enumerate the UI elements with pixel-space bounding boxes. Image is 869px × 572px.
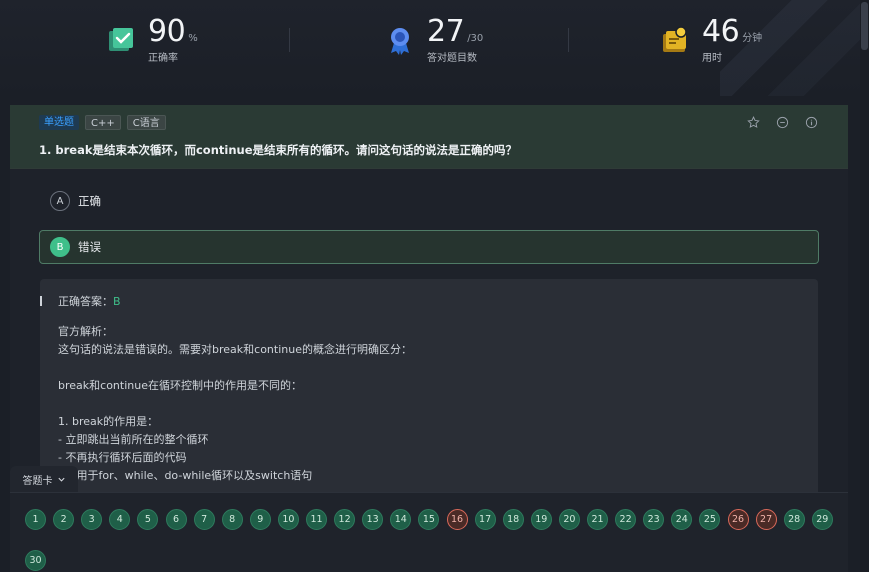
question-type-tag: 单选题: [39, 115, 79, 130]
stat-divider: [568, 28, 569, 52]
answer-sheet-toggle[interactable]: 答题卡: [10, 466, 78, 493]
answer-sheet-item[interactable]: 20: [558, 509, 580, 530]
answer-sheet-item[interactable]: 21: [587, 509, 608, 530]
language-tag: C++: [85, 115, 121, 130]
minus-circle-icon[interactable]: [776, 116, 789, 129]
answer-sheet-item[interactable]: 12: [334, 509, 356, 530]
answer-sheet-item[interactable]: 1: [25, 509, 46, 530]
analysis-point: 1. break的作用是：: [58, 415, 159, 428]
answer-sheet-item[interactable]: 2: [53, 509, 75, 530]
answer-sheet-item-wrong[interactable]: 26: [727, 509, 749, 530]
answer-sheet-item[interactable]: 6: [165, 509, 187, 530]
stats-header: 90 % 正确率 27 /30 答对题目数 46 分钟 用时: [0, 0, 860, 96]
question-header: 单选题 C++ C语言 1. break是结束本次循环，而continue是结束…: [10, 105, 848, 169]
answer-sheet-item[interactable]: 4: [109, 509, 131, 530]
stat-correct-count: 27 /30 答对题目数: [385, 0, 483, 80]
option-text: 正确: [78, 194, 101, 208]
correct-answer-value: B: [113, 295, 121, 308]
option-letter: B: [50, 237, 70, 257]
star-icon[interactable]: [747, 116, 760, 129]
accuracy-value: 90: [148, 14, 186, 49]
answer-sheet: 1 2 3 4 5 6 7 8 9 10 11 12 13 14 15 16 17 18 19 20 21 22 23 24 2…: [10, 492, 848, 572]
time-used-value: 46: [702, 14, 740, 49]
answer-sheet-item[interactable]: 11: [306, 509, 327, 530]
scrollbar-thumb[interactable]: [861, 2, 868, 50]
stat-divider: [289, 28, 290, 52]
analysis-heading: 官方解析：: [58, 325, 113, 338]
correct-count-value: 27: [427, 14, 465, 49]
answer-sheet-item[interactable]: 17: [474, 509, 496, 530]
answer-sheet-label: 答题卡: [22, 476, 53, 487]
question-tags: 单选题 C++ C语言: [39, 115, 166, 130]
correct-count-unit: /30: [467, 33, 484, 44]
answer-sheet-item[interactable]: 18: [502, 509, 524, 530]
analysis-bullet: - 适用于for、while、do-while循环以及switch语句: [58, 469, 313, 482]
answer-sheet-item[interactable]: 10: [277, 509, 299, 530]
option-letter: A: [50, 191, 70, 211]
analysis-line: break和continue在循环控制中的作用是不同的：: [58, 379, 302, 392]
answer-sheet-item[interactable]: 14: [390, 509, 412, 530]
question-title: 1. break是结束本次循环，而continue是结束所有的循环。请问这句话的…: [39, 143, 517, 157]
stat-accuracy: 90 % 正确率: [106, 0, 198, 80]
medal-icon: [391, 28, 409, 55]
correct-count-label: 答对题目数: [427, 53, 477, 64]
timer-board-icon: [663, 26, 687, 52]
answer-sheet-item[interactable]: 30: [25, 550, 46, 571]
option-text: 错误: [78, 240, 101, 254]
answer-sheet-item[interactable]: 3: [81, 509, 103, 530]
answer-sheet-item[interactable]: 5: [137, 509, 159, 530]
answer-sheet-item[interactable]: 15: [418, 509, 440, 530]
correct-answer-label: 正确答案：: [58, 295, 113, 308]
answer-sheet-item[interactable]: 24: [671, 509, 693, 530]
answer-sheet-item[interactable]: 19: [530, 509, 552, 530]
answer-sheet-item[interactable]: 8: [221, 509, 243, 530]
answer-sheet-item[interactable]: 13: [362, 509, 384, 530]
page-scrollbar[interactable]: [860, 0, 869, 572]
answer-sheet-item[interactable]: 23: [643, 509, 665, 530]
answer-sheet-item[interactable]: 29: [811, 509, 833, 530]
option-a[interactable]: A 正确: [50, 191, 101, 211]
check-board-icon: [109, 28, 133, 51]
question-tools: [747, 116, 818, 129]
analysis-bullet: - 不再执行循环后面的代码: [58, 451, 187, 464]
analysis-intro: 这句话的说法是错误的。需要对break和continue的概念进行明确区分：: [58, 343, 412, 356]
correct-answer-line: 正确答案：B: [58, 293, 800, 311]
option-b-selected[interactable]: B 错误: [39, 230, 819, 264]
time-used-label: 用时: [702, 53, 722, 64]
answer-sheet-item[interactable]: 22: [615, 509, 637, 530]
answer-sheet-item[interactable]: 25: [699, 509, 721, 530]
drag-handle[interactable]: [40, 296, 42, 306]
stat-time-used: 46 分钟 用时: [660, 0, 762, 80]
accuracy-unit: %: [188, 33, 198, 44]
answer-sheet-item[interactable]: 7: [193, 509, 215, 530]
answer-sheet-item-wrong[interactable]: 16: [446, 509, 468, 530]
chevron-down-icon: [57, 477, 65, 482]
time-used-unit: 分钟: [742, 33, 763, 44]
accuracy-label: 正确率: [148, 53, 178, 64]
answer-sheet-item[interactable]: 28: [783, 509, 805, 530]
answer-sheet-item-wrong[interactable]: 27: [755, 509, 777, 530]
analysis-bullet: - 立即跳出当前所在的整个循环: [58, 433, 209, 446]
language-tag: C语言: [126, 115, 166, 130]
answer-sheet-item[interactable]: 9: [249, 509, 271, 530]
info-icon[interactable]: [805, 116, 818, 129]
